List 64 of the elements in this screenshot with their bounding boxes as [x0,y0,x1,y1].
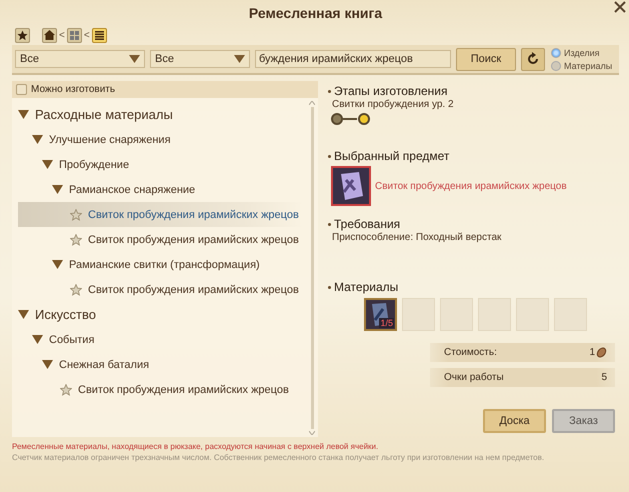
stat-label: Очки работы [444,372,504,383]
stat-value: 1 [589,347,595,358]
footer-note: Счетчик материалов ограничен трехзначным числом. Собственник ремесленного станка получает льготу при изготовлении на нем предметов. [12,452,546,463]
action-button[interactable]: Доска [483,409,546,433]
search-button[interactable]: Поиск [456,48,516,70]
expand-triangle-icon[interactable] [32,134,43,145]
scroll-item-icon [331,166,371,206]
category-label[interactable]: Рамианское снаряжение [69,184,196,196]
category-label[interactable]: Снежная баталия [59,358,150,370]
grid-icon [70,30,79,40]
material-count: 1/5 [379,318,394,328]
expand-triangle-icon[interactable] [18,309,29,320]
stat-label: Стоимость: [444,347,497,358]
refresh-button[interactable] [521,48,545,70]
coin-icon [596,347,607,358]
section-heading: Материалы [334,280,398,294]
search-field[interactable]: буждения ирамийских жрецов [255,50,451,68]
category-label[interactable]: Пробуждение [59,158,130,170]
window-title: Ремесленная книга [248,4,384,23]
list-icon [94,30,104,40]
category-dropdown[interactable]: Все [15,50,145,68]
section-heading: Этапы изготовления [334,84,448,98]
star-icon [70,234,82,246]
breadcrumb-separator: < [59,30,65,40]
craftable-checkbox[interactable]: Можно изготовить [12,81,318,98]
star-icon [70,208,82,220]
expand-triangle-icon[interactable] [52,259,63,270]
star-icon [70,284,82,296]
material-slot[interactable]: 1/5 [364,298,397,331]
category-label[interactable]: События [49,334,94,346]
home-icon [44,30,55,40]
star-icon [17,30,28,40]
category-label[interactable]: Рамианские свитки (трансформация) [69,258,260,270]
category-label[interactable]: Улучшение снаряжения [49,134,171,146]
close-icon[interactable] [613,0,627,14]
recipe-item[interactable]: Свиток пробуждения ирамийских жрецов [18,277,304,302]
section-heading: Требования [334,217,400,231]
mode-radio[interactable]: Материалы [551,60,612,70]
star-icon [60,384,72,396]
recipe-item[interactable]: Свиток пробуждения ирамийских жрецов [18,227,304,252]
category-label[interactable]: Искусство [35,307,96,322]
expand-triangle-icon[interactable] [18,109,29,120]
favorites-button[interactable] [15,28,30,42]
requirement-text: Приспособление: Походный верстак [332,232,502,243]
category-dropdown[interactable]: Все [150,50,250,68]
expand-triangle-icon[interactable] [42,159,53,170]
item-name: Свиток пробуждения ирамийских жрецов [375,180,567,192]
stage-progress-drawing [331,112,371,126]
mode-radio[interactable]: Изделия [551,48,612,58]
recipe-item[interactable]: Свиток пробуждения ирамийских жрецов [18,377,304,402]
category-label[interactable]: Расходные материалы [35,107,173,122]
dropdown-arrow-icon [129,55,140,63]
breadcrumb-button[interactable] [42,28,57,42]
footer-note: Ремесленные материалы, находящиеся в рюкзаке, расходуются начиная с верхней левой ячейки. [12,441,380,452]
section-heading: Выбранный предмет [334,149,450,163]
breadcrumb-button[interactable] [92,28,107,42]
stat-value: 5 [601,372,607,383]
refresh-icon [526,52,540,66]
expand-triangle-icon[interactable] [42,359,53,370]
expand-triangle-icon[interactable] [52,184,63,195]
breadcrumb-separator: < [84,30,90,40]
stage-name: Свитки пробуждения ур. 2 [332,99,455,110]
expand-triangle-icon[interactable] [32,334,43,345]
dropdown-arrow-icon [234,55,245,63]
